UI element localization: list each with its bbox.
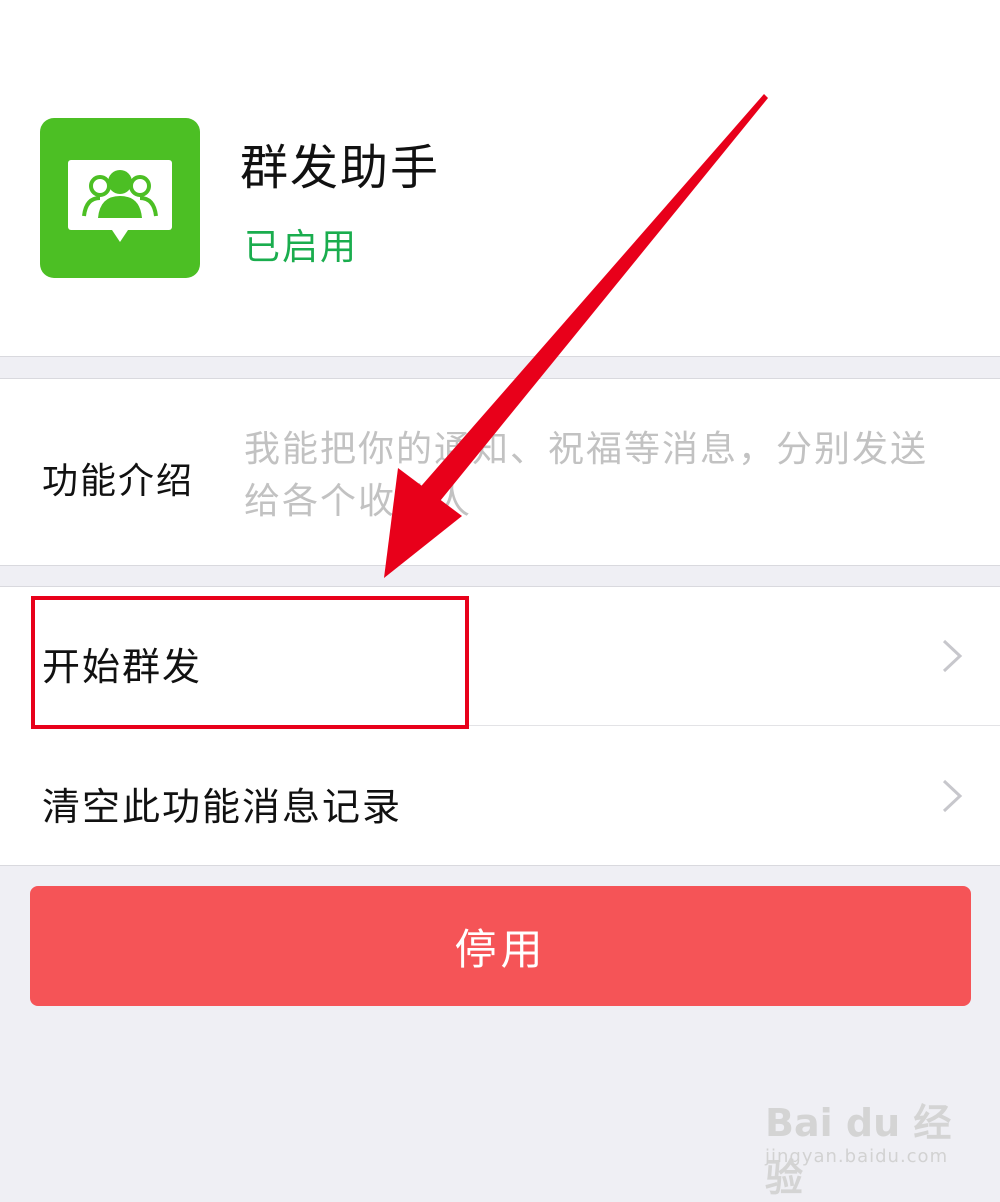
app-status: 已启用 bbox=[244, 227, 359, 268]
app-header: 群发助手 已启用 bbox=[0, 0, 1000, 357]
chevron-right-icon bbox=[942, 639, 963, 673]
clear-history-row[interactable]: 清空此功能消息记录 bbox=[0, 726, 1000, 865]
chevron-right-icon bbox=[942, 779, 963, 813]
highlight-box bbox=[31, 596, 469, 729]
baidu-watermark: Bai du 经验 jingyan.baidu.com bbox=[765, 1078, 965, 1200]
group-people-icon bbox=[40, 118, 200, 278]
disable-button[interactable]: 停用 bbox=[30, 886, 971, 1006]
clear-history-label: 清空此功能消息记录 bbox=[42, 785, 403, 829]
watermark-url: jingyan.baidu.com bbox=[765, 1146, 949, 1167]
intro-label: 功能介绍 bbox=[42, 461, 195, 502]
intro-text: 我能把你的通知、祝福等消息，分别发送给各个收件人 bbox=[244, 429, 929, 522]
app-name: 群发助手 bbox=[240, 140, 441, 196]
